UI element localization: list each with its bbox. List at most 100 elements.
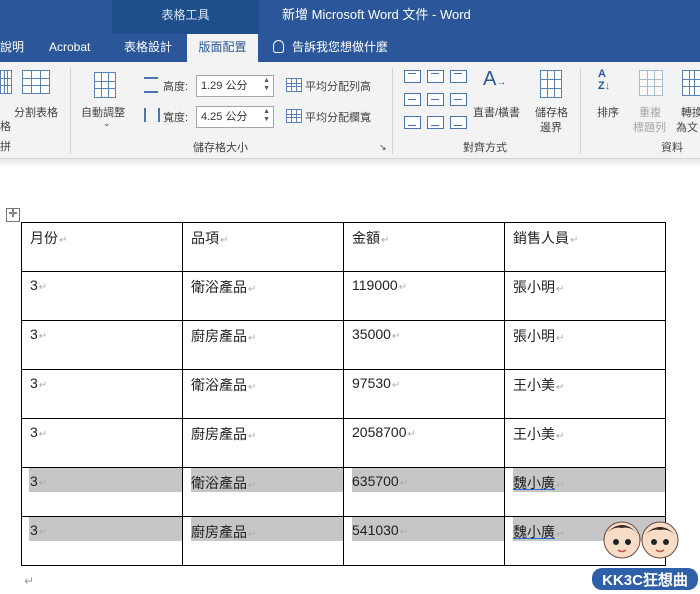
table-cell[interactable]: 衛浴產品↵ <box>182 271 344 321</box>
table-cell[interactable]: 廚房產品↵ <box>182 516 344 566</box>
column-width-spinner[interactable]: 4.25 公分 ▲ ▼ <box>196 106 274 128</box>
ribbon-tab-bar: 說明 Acrobat 表格設計 版面配置 告訴我您想做什麼 <box>0 34 700 62</box>
table-cell[interactable]: 銷售人員↵ <box>504 222 666 272</box>
table-cell[interactable]: 97530↵ <box>343 369 505 419</box>
cell-salesperson: 張小明 <box>513 279 555 295</box>
spinner-arrows-icon[interactable]: ▲ ▼ <box>263 77 270 93</box>
table-cell[interactable]: 衛浴產品↵ <box>182 369 344 419</box>
sales-table[interactable]: 月份↵ 品項↵ 金額↵ 銷售人員↵ 3↵ 衛浴產品↵ 119000↵ 張小明↵ … <box>21 222 666 566</box>
table-cell[interactable]: 廚房產品↵ <box>182 418 344 468</box>
cell-margins-label-1[interactable]: 儲存格 <box>535 104 568 120</box>
cell-item: 廚房產品 <box>191 426 247 442</box>
align-middle-right-icon[interactable] <box>450 93 467 106</box>
paragraph-mark: ↵ <box>407 429 416 440</box>
paragraph-mark: ↵ <box>556 284 565 295</box>
sort-button[interactable]: 排序 <box>597 104 619 120</box>
column-width-value: 4.25 公分 <box>201 111 248 123</box>
paragraph-mark: ↵ <box>248 431 257 442</box>
table-cell[interactable]: 張小明↵ <box>504 320 666 370</box>
align-middle-left-icon[interactable] <box>404 93 421 106</box>
table-cell[interactable]: 品項↵ <box>182 222 344 272</box>
paragraph-mark: ↵ <box>248 284 257 295</box>
header-month: 月份 <box>30 230 58 246</box>
paragraph-mark: ↵ <box>391 331 401 342</box>
table-row: 3↵ 廚房產品↵ 35000↵ 張小明↵ <box>21 320 666 370</box>
table-cell[interactable]: 張小明↵ <box>504 271 666 321</box>
align-top-right-icon[interactable] <box>450 70 467 83</box>
table-cell[interactable]: 衛浴產品↵ <box>182 467 344 517</box>
align-bottom-left-icon[interactable] <box>404 116 421 129</box>
cell-amount: 97530 <box>352 375 391 391</box>
table-row-selected: 3↵ 廚房產品↵ 541030↵ 魏小廣↵ <box>21 516 666 566</box>
text-direction-icon[interactable]: A→ <box>483 68 506 94</box>
text-direction-button[interactable]: 直書/橫書 <box>473 104 520 120</box>
kk3c-watermark-logo: KK3C狂想曲 <box>592 521 698 590</box>
spinner-arrows-icon[interactable]: ▲ ▼ <box>263 108 270 124</box>
cell-item: 衛浴產品 <box>191 377 247 393</box>
align-bottom-center-icon[interactable] <box>427 116 444 129</box>
paragraph-mark: ↵ <box>248 529 257 540</box>
table-cell[interactable]: 王小美↵ <box>504 369 666 419</box>
table-cell[interactable]: 3↵ <box>21 271 183 321</box>
convert-label-1[interactable]: 轉換 <box>681 104 700 120</box>
repeat-header-label-2: 標題列 <box>633 122 666 134</box>
paragraph-mark: ↵ <box>391 380 401 391</box>
row-height-spinner[interactable]: 1.29 公分 ▲ ▼ <box>196 75 274 97</box>
table-cell[interactable]: 3↵ <box>21 418 183 468</box>
table-cell[interactable]: 3↵ <box>21 467 183 517</box>
cell-amount: 541030 <box>352 522 399 538</box>
document-title: 新增 Microsoft Word 文件 - Word <box>282 7 471 22</box>
table-cell[interactable]: 月份↵ <box>21 222 183 272</box>
row-height-value: 1.29 公分 <box>201 80 248 92</box>
tab-layout[interactable]: 版面配置 <box>187 34 258 62</box>
autofit-icon[interactable] <box>94 72 116 98</box>
table-cell[interactable]: 3↵ <box>21 369 183 419</box>
distribute-rows-button[interactable]: 平均分配列高 <box>305 78 371 94</box>
ribbon-shadow <box>0 159 700 167</box>
table-cell[interactable]: 廚房產品↵ <box>182 320 344 370</box>
cell-item: 廚房產品 <box>191 524 247 540</box>
cell-salesperson: 魏小廣 <box>513 475 555 491</box>
paragraph-mark: ↵ <box>38 380 48 391</box>
table-row: 3↵ 衛浴產品↵ 97530↵ 王小美↵ <box>21 369 666 419</box>
table-move-handle-icon[interactable]: ✛ <box>6 208 20 222</box>
distribute-columns-button[interactable]: 平均分配欄寬 <box>305 109 371 125</box>
paragraph-mark: ↵ <box>399 478 409 489</box>
cell-margins-label-2[interactable]: 邊界 <box>540 119 562 135</box>
table-cell[interactable]: 635700↵ <box>343 467 505 517</box>
tab-help[interactable]: 說明 <box>0 34 24 62</box>
table-cell[interactable]: 3↵ <box>21 516 183 566</box>
align-top-left-icon[interactable] <box>404 70 421 83</box>
cell-margins-icon[interactable] <box>540 70 562 98</box>
tab-table-design[interactable]: 表格設計 <box>124 34 172 62</box>
tab-acrobat[interactable]: Acrobat <box>49 34 90 62</box>
tell-me-search[interactable]: 告訴我您想做什麼 <box>273 34 388 62</box>
align-top-center-icon[interactable] <box>427 70 444 83</box>
convert-to-text-icon[interactable] <box>682 70 700 96</box>
table-cell[interactable]: 2058700↵ <box>343 418 505 468</box>
dialog-launcher-icon[interactable]: ↘ <box>379 142 387 153</box>
paragraph-mark: ↵ <box>556 480 565 491</box>
header-salesperson: 銷售人員 <box>513 230 569 246</box>
paragraph-mark: ↵ <box>381 235 390 246</box>
merge-cells-icon[interactable] <box>0 70 12 94</box>
align-middle-center-icon[interactable] <box>427 93 444 106</box>
paragraph-mark: ↵ <box>38 282 48 293</box>
paragraph-mark: ↵ <box>556 382 565 393</box>
table-cell[interactable]: 金額↵ <box>343 222 505 272</box>
convert-label-2[interactable]: 為文 <box>676 119 698 135</box>
split-table-button[interactable]: 分割表格 <box>14 104 58 120</box>
table-cell[interactable]: 541030↵ <box>343 516 505 566</box>
table-cell[interactable]: 王小美↵ <box>504 418 666 468</box>
align-bottom-right-icon[interactable] <box>450 116 467 129</box>
table-cell[interactable]: 3↵ <box>21 320 183 370</box>
table-cell[interactable]: 119000↵ <box>343 271 505 321</box>
cell-month: 3 <box>30 326 38 342</box>
distribute-columns-icon <box>286 109 302 123</box>
table-cell[interactable]: 35000↵ <box>343 320 505 370</box>
sort-icon[interactable]: A Z↓ <box>598 68 610 92</box>
header-item: 品項 <box>191 230 219 246</box>
chevron-down-icon[interactable]: ⌄ <box>103 118 111 129</box>
table-header-row: 月份↵ 品項↵ 金額↵ 銷售人員↵ <box>21 222 666 272</box>
split-table-icon[interactable] <box>22 70 50 94</box>
